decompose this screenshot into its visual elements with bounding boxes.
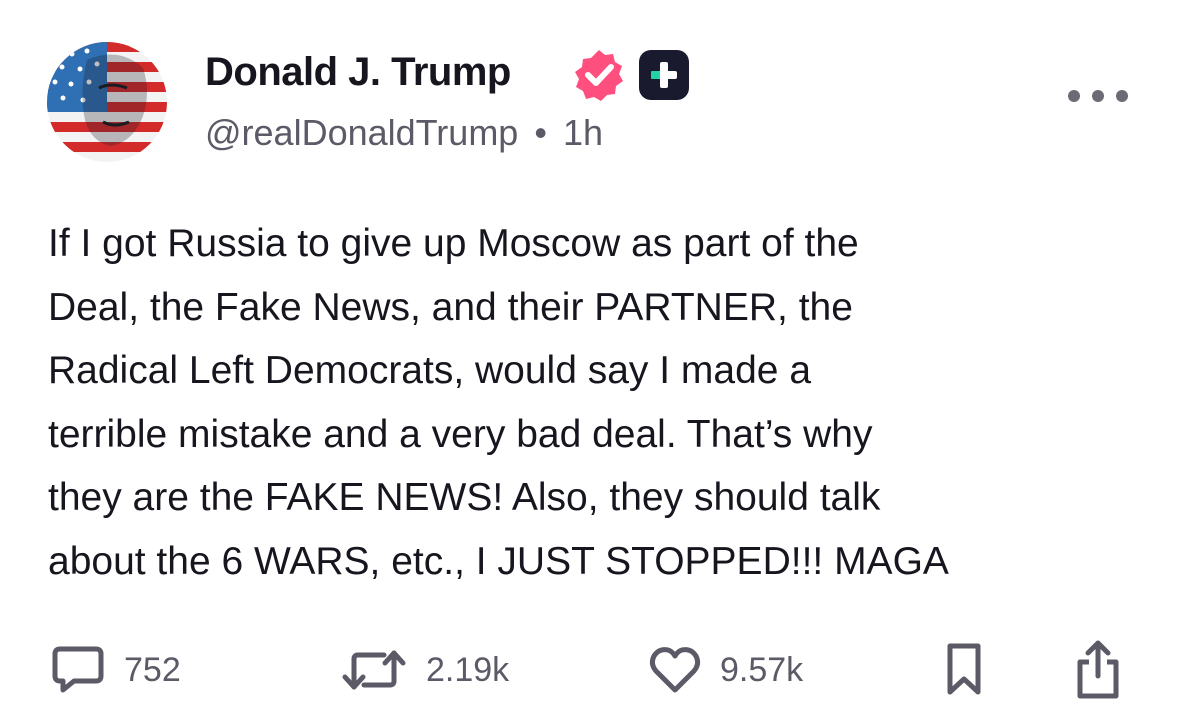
author-display-name[interactable]: Donald J. Trump	[205, 50, 511, 95]
meta-separator: •	[534, 112, 547, 153]
heart-icon	[649, 647, 701, 693]
repost-icon	[342, 650, 406, 690]
post-line: If I got Russia to give up Moscow as par…	[48, 222, 859, 265]
reply-button[interactable]: 752	[50, 630, 181, 710]
more-options-button[interactable]	[1068, 76, 1128, 116]
verified-badge-icon	[571, 47, 627, 103]
flag-portrait-avatar-icon	[47, 42, 167, 162]
comment-icon	[52, 646, 104, 693]
post-body: If I got Russia to give up Moscow as par…	[48, 212, 1148, 593]
post-line: terrible mistake and a very bad deal. Th…	[48, 412, 873, 456]
bookmark-button[interactable]	[942, 630, 986, 710]
reply-count: 752	[124, 650, 181, 689]
bookmark-icon	[947, 643, 981, 695]
post-line: Radical Left Democrats, would say I made…	[48, 349, 812, 392]
repost-count: 2.19k	[426, 650, 510, 689]
post-line: about the 6 WARS, etc., I JUST STOPPED!!…	[48, 539, 949, 583]
share-button[interactable]	[1072, 630, 1124, 710]
like-count: 9.57k	[720, 650, 804, 689]
plus-badge-icon	[639, 50, 689, 100]
post-line: Deal, the Fake News, and their PARTNER, …	[48, 285, 853, 329]
author-meta: @realDonaldTrump • 1h	[205, 112, 603, 154]
post-actions: 752 2.19k 9.57k	[0, 630, 1179, 710]
more-dot-icon	[1092, 90, 1104, 102]
author-handle[interactable]: @realDonaldTrump	[205, 112, 518, 153]
post-line: they are the FAKE NEWS! Also, they shoul…	[48, 476, 881, 519]
share-icon	[1077, 640, 1119, 699]
like-button[interactable]: 9.57k	[648, 630, 803, 710]
repost-button[interactable]: 2.19k	[340, 630, 509, 710]
post-timestamp[interactable]: 1h	[563, 112, 603, 153]
more-dot-icon	[1068, 90, 1080, 102]
avatar[interactable]	[47, 42, 167, 162]
more-dot-icon	[1116, 90, 1128, 102]
